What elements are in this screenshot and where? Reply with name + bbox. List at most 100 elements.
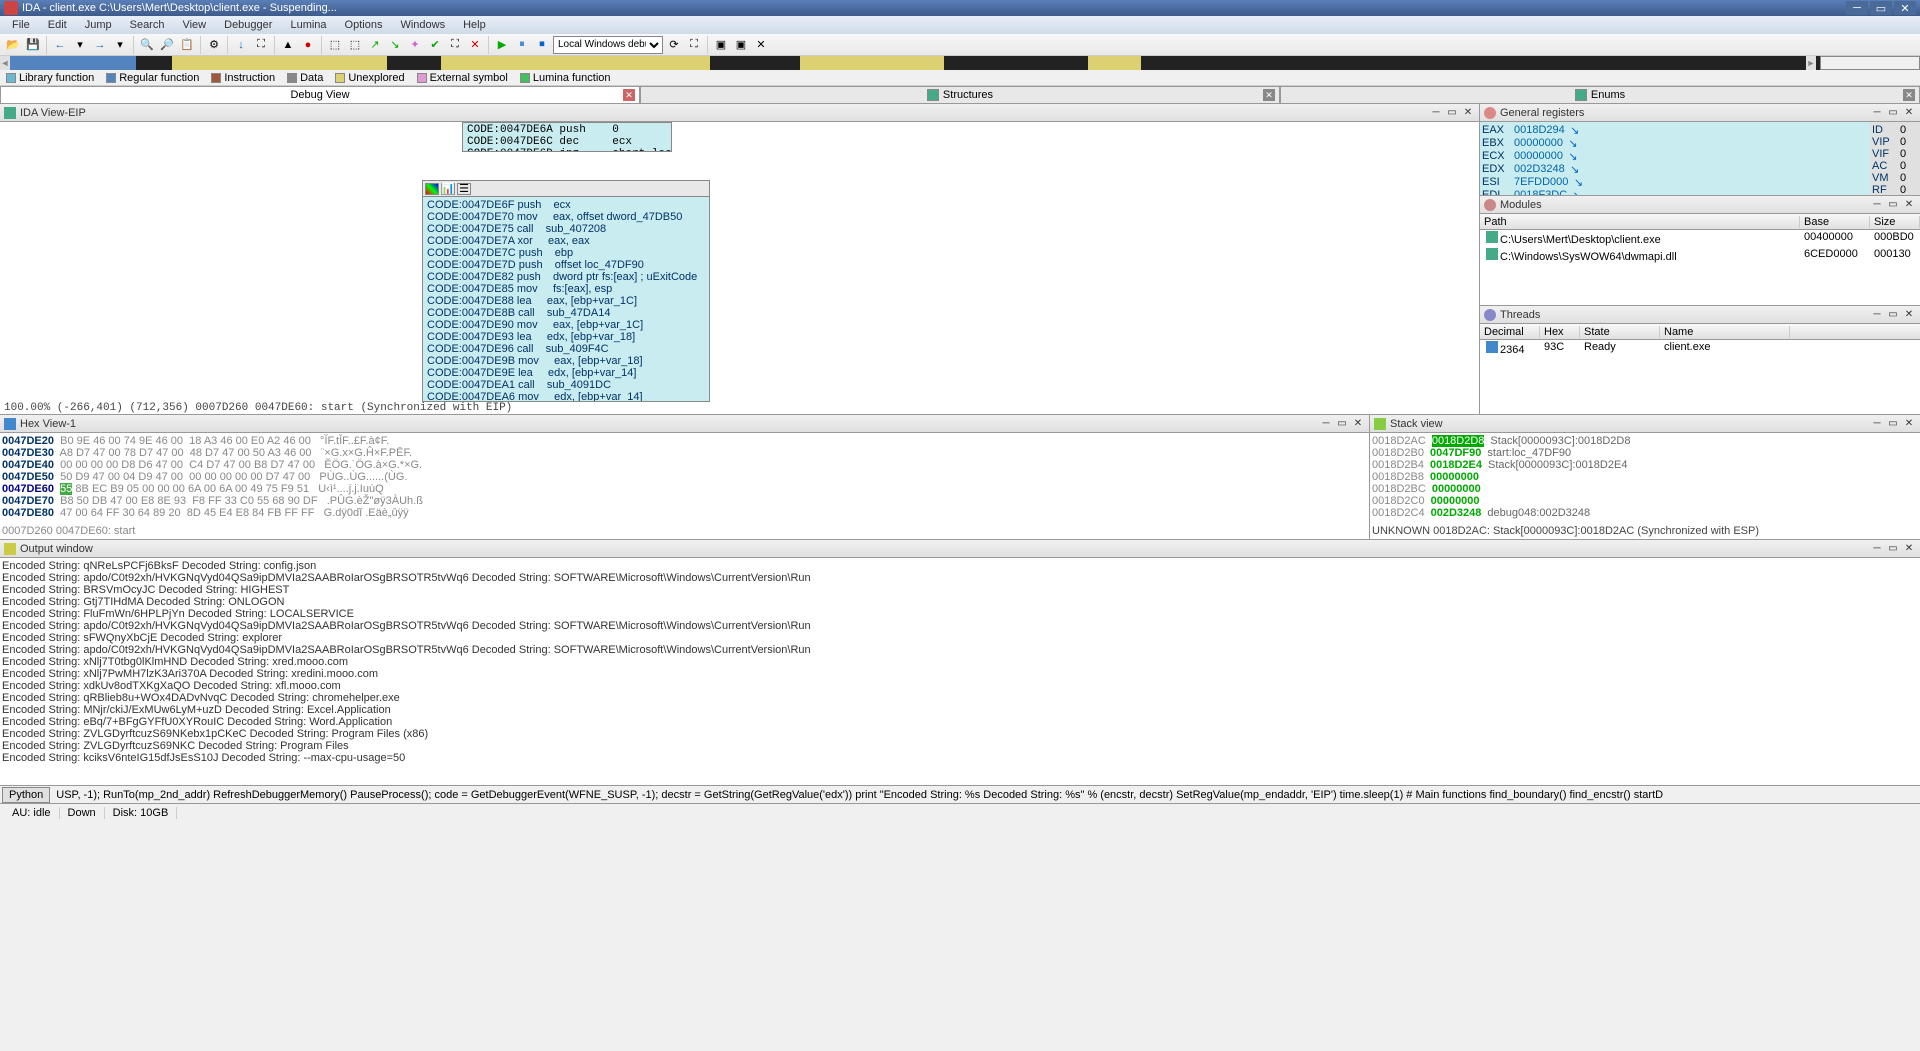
register-row[interactable]: ESI 7EFDD000 ↘ xyxy=(1482,176,1868,189)
minimize-pane-button[interactable]: ─ xyxy=(1429,106,1443,120)
close-pane-button[interactable]: ✕ xyxy=(1902,542,1916,556)
tab-enums[interactable]: Enums✕ xyxy=(1280,86,1920,103)
python-button[interactable]: Python xyxy=(2,787,50,803)
maximize-button[interactable]: ▭ xyxy=(1870,1,1892,15)
run-button[interactable]: ▶ xyxy=(493,36,511,54)
modules-body[interactable]: Path Base Size C:\Users\Mert\Desktop\cli… xyxy=(1480,214,1920,305)
hex-row[interactable]: 0047DE50 50 D9 47 00 04 D9 47 00 00 00 0… xyxy=(2,471,1367,483)
hex-row[interactable]: 0047DE30 A8 D7 47 00 78 D7 47 00 48 D7 4… xyxy=(2,447,1367,459)
output-body[interactable]: Encoded String: qNReLsPCFj6BksF Decoded … xyxy=(0,558,1920,785)
stack-row[interactable]: 0018D2B40018D2E4Stack[0000093C]:0018D2E4 xyxy=(1372,459,1918,471)
threads-body[interactable]: Decimal Hex State Name 236493CReadyclien… xyxy=(1480,324,1920,414)
tool-i[interactable]: ↗ xyxy=(366,36,384,54)
registers-body[interactable]: EAX 0018D294 ↘EBX 00000000 ↘ECX 00000000… xyxy=(1480,122,1920,195)
tool-b[interactable]: 🔎 xyxy=(158,36,176,54)
tool-k[interactable]: ✦ xyxy=(406,36,424,54)
asm-block-1[interactable]: CODE:0047DE6A push 0 CODE:0047DE6C dec e… xyxy=(462,122,672,152)
col-size[interactable]: Size xyxy=(1870,216,1920,228)
close-icon[interactable]: ✕ xyxy=(623,89,635,101)
restore-pane-button[interactable]: ▭ xyxy=(1886,106,1900,120)
col-base[interactable]: Base xyxy=(1800,216,1870,228)
col-name[interactable]: Name xyxy=(1660,326,1790,338)
hex-row[interactable]: 0047DE20 B0 9E 46 00 74 9E 46 00 18 A3 4… xyxy=(2,435,1367,447)
nav-overview[interactable] xyxy=(1820,56,1920,70)
stack-row[interactable]: 0018D2C000000000 xyxy=(1372,495,1918,507)
save-button[interactable]: 💾 xyxy=(24,36,42,54)
menu-debugger[interactable]: Debugger xyxy=(216,17,280,33)
tool-del[interactable]: ✕ xyxy=(466,36,484,54)
register-row[interactable]: EBX 00000000 ↘ xyxy=(1482,137,1868,150)
tool-d[interactable]: ⚙ xyxy=(205,36,223,54)
tool-f[interactable]: ▲ xyxy=(279,36,297,54)
record-button[interactable]: ● xyxy=(299,36,317,54)
hex-row[interactable]: 0047DE40 00 00 00 00 D8 D6 47 00 C4 D7 4… xyxy=(2,459,1367,471)
nav-left-arrow[interactable]: ◄ xyxy=(0,56,10,70)
stack-row[interactable]: 0018D2BC00000000 xyxy=(1372,483,1918,495)
restore-pane-button[interactable]: ▭ xyxy=(1886,198,1900,212)
register-row[interactable]: EDI 0018F3DC ↘ xyxy=(1482,189,1868,195)
col-hex[interactable]: Hex xyxy=(1540,326,1580,338)
restore-pane-button[interactable]: ▭ xyxy=(1886,542,1900,556)
stack-body[interactable]: 0018D2AC0018D2D8Stack[0000093C]:0018D2D8… xyxy=(1370,433,1920,539)
minimize-pane-button[interactable]: ─ xyxy=(1870,308,1884,322)
close-pane-button[interactable]: ✕ xyxy=(1902,106,1916,120)
hex-body[interactable]: 0047DE20 B0 9E 46 00 74 9E 46 00 18 A3 4… xyxy=(0,433,1369,539)
flag-row[interactable]: VM0 xyxy=(1872,172,1918,184)
menu-help[interactable]: Help xyxy=(455,17,494,33)
stack-row[interactable]: 0018D2B800000000 xyxy=(1372,471,1918,483)
navigation-bar[interactable]: ◄ ► xyxy=(0,56,1920,70)
tool-a[interactable]: 🔍 xyxy=(138,36,156,54)
menu-view[interactable]: View xyxy=(174,17,214,33)
stack-row[interactable]: 0018D2AC0018D2D8Stack[0000093C]:0018D2D8 xyxy=(1372,435,1918,447)
open-button[interactable]: 📂 xyxy=(4,36,22,54)
close-pane-button[interactable]: ✕ xyxy=(1351,417,1365,431)
color-icon[interactable] xyxy=(425,183,439,195)
flag-row[interactable]: ID0 xyxy=(1872,124,1918,136)
register-row[interactable]: EDX 002D3248 ↘ xyxy=(1482,163,1868,176)
close-pane-button[interactable]: ✕ xyxy=(1902,417,1916,431)
dropdown-back[interactable]: ▾ xyxy=(71,36,89,54)
hex-row[interactable]: 0047DE80 47 00 64 FF 30 64 89 20 8D 45 E… xyxy=(2,507,1367,519)
restore-pane-button[interactable]: ▭ xyxy=(1445,106,1459,120)
close-icon[interactable]: ✕ xyxy=(1263,89,1275,101)
minimize-pane-button[interactable]: ─ xyxy=(1870,542,1884,556)
stack-row[interactable]: 0018D2B00047DF90start:loc_47DF90 xyxy=(1372,447,1918,459)
register-row[interactable]: ECX 00000000 ↘ xyxy=(1482,150,1868,163)
col-state[interactable]: State xyxy=(1580,326,1660,338)
tool-e[interactable]: ⛶ xyxy=(252,36,270,54)
thread-row[interactable]: 236493CReadyclient.exe xyxy=(1480,340,1920,357)
close-pane-button[interactable]: ✕ xyxy=(1461,106,1475,120)
menu-file[interactable]: File xyxy=(4,17,38,33)
flag-row[interactable]: VIP0 xyxy=(1872,136,1918,148)
flag-row[interactable]: VIF0 xyxy=(1872,148,1918,160)
col-path[interactable]: Path xyxy=(1480,216,1800,228)
minimize-button[interactable]: ─ xyxy=(1846,1,1868,15)
minimize-pane-button[interactable]: ─ xyxy=(1319,417,1333,431)
tool-r[interactable]: ✕ xyxy=(752,36,770,54)
stack-row[interactable]: 0018D2C4002D3248debug048:002D3248 xyxy=(1372,507,1918,519)
tab-debugview[interactable]: Debug View✕ xyxy=(0,86,640,103)
col-dec[interactable]: Decimal xyxy=(1480,326,1540,338)
back-button[interactable]: ← xyxy=(51,36,69,54)
flag-row[interactable]: RF0 xyxy=(1872,184,1918,195)
tool-m[interactable]: ⛶ xyxy=(446,36,464,54)
flag-row[interactable]: AC0 xyxy=(1872,160,1918,172)
stop-button[interactable]: ⏹ xyxy=(533,36,551,54)
tool-o[interactable]: ⛶ xyxy=(685,36,703,54)
tool-n[interactable]: ⟳ xyxy=(665,36,683,54)
pause-button[interactable]: ⏸ xyxy=(513,36,531,54)
tool-c[interactable]: 📋 xyxy=(178,36,196,54)
forward-button[interactable]: → xyxy=(91,36,109,54)
tool-j[interactable]: ↘ xyxy=(386,36,404,54)
tool-g[interactable]: ⬚ xyxy=(326,36,344,54)
dropdown-fwd[interactable]: ▾ xyxy=(111,36,129,54)
minimize-pane-button[interactable]: ─ xyxy=(1870,106,1884,120)
module-row[interactable]: C:\Users\Mert\Desktop\client.exe00400000… xyxy=(1480,230,1920,247)
close-icon[interactable]: ✕ xyxy=(1903,89,1915,101)
menu-lumina[interactable]: Lumina xyxy=(282,17,334,33)
minimize-pane-button[interactable]: ─ xyxy=(1870,198,1884,212)
command-input[interactable]: USP, -1); RunTo(mp_2nd_addr) RefreshDebu… xyxy=(52,789,1918,801)
graph-icon[interactable]: 📊 xyxy=(441,183,455,195)
tool-h[interactable]: ⬚ xyxy=(346,36,364,54)
asm-block-2[interactable]: 📊 ☰ CODE:0047DE6F push ecxCODE:0047DE70 … xyxy=(422,180,710,402)
